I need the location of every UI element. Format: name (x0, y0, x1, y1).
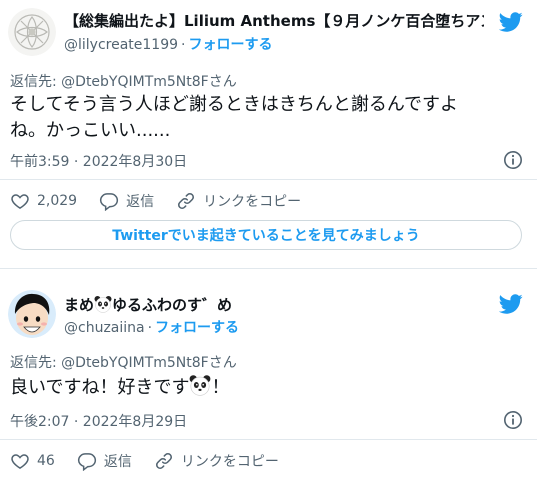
reply-label: 返信 (103, 454, 132, 470)
copy-link-button[interactable]: リンクをコピー (154, 451, 279, 471)
tweet-text: そしてそう言う人ほど謝るときはきちんと謝るんですよ ね。かっこいい...... (10, 92, 525, 144)
reply-to-label[interactable]: 返信先: @DtebYQIMTm5Nt8Fさん (10, 352, 237, 372)
reply-bubble-icon (77, 453, 96, 471)
tweet-card: 【総集編出たよ】Lilium Anthems【９月ノンケ百合堕ちアン... @l… (0, 0, 537, 268)
tweet-card: まめ ゆるふわのす゛め @chuzaiina · フォローする 返信先: @DtebY… (0, 280, 537, 485)
link-icon (155, 453, 172, 469)
timestamp[interactable]: 午前3:59 · 2022年8月30日 (10, 151, 187, 171)
action-bar: 46 返信 リンクをコピー (10, 449, 301, 473)
panda-face-icon (94, 296, 112, 313)
like-button[interactable]: 46 (10, 451, 55, 471)
twitter-bird-icon[interactable] (499, 292, 523, 316)
like-count: 46 (37, 453, 55, 469)
display-name[interactable]: 【総集編出たよ】Lilium Anthems【９月ノンケ百合堕ちアン... (64, 12, 484, 30)
reply-to-label[interactable]: 返信先: @DtebYQIMTm5Nt8Fさん (10, 71, 237, 91)
tweet-text: 良いですね！好きです ！ (10, 374, 525, 401)
copy-link-label: リンクをコピー (203, 194, 302, 210)
separator-dot: · (147, 320, 153, 336)
reply-button[interactable]: 返信 (77, 451, 132, 471)
info-icon[interactable] (503, 410, 523, 430)
author-handle-row: @lilycreate1199 · フォローする (64, 34, 272, 54)
heart-icon (11, 194, 29, 209)
author-handle[interactable]: @chuzaiina (64, 320, 145, 336)
avatar[interactable] (8, 290, 56, 338)
copy-link-label: リンクをコピー (180, 454, 279, 470)
link-icon (178, 193, 195, 209)
divider (0, 179, 537, 180)
author-name-row[interactable]: まめ ゆるふわのす゛め (64, 294, 484, 316)
tweet-text-suffix: ！ (211, 377, 230, 398)
like-button[interactable]: 2,029 (10, 191, 77, 211)
display-name-prefix: まめ (64, 296, 95, 314)
follow-button[interactable]: フォローする (188, 37, 272, 53)
author-name-row[interactable]: 【総集編出たよ】Lilium Anthems【９月ノンケ百合堕ちアン... (64, 10, 484, 32)
twitter-bird-icon[interactable] (499, 10, 523, 34)
divider (0, 439, 537, 440)
copy-link-button[interactable]: リンクをコピー (176, 191, 301, 211)
action-bar: 2,029 返信 リンクをコピー (10, 189, 323, 213)
reply-bubble-icon (100, 193, 119, 211)
heart-icon (11, 454, 29, 469)
reply-label: 返信 (126, 194, 155, 210)
follow-button[interactable]: フォローする (155, 320, 239, 336)
author-handle-row: @chuzaiina · フォローする (64, 317, 239, 337)
tweet-text-line: ね。かっこいい...... (10, 120, 171, 141)
avatar[interactable] (8, 8, 56, 56)
author-handle[interactable]: @lilycreate1199 (64, 37, 178, 53)
timestamp[interactable]: 午後2:07 · 2022年8月29日 (10, 411, 187, 431)
display-name-suffix: ゆるふわのす゛め (112, 296, 233, 314)
tweet-separator (0, 268, 537, 280)
tweet-text-line: そしてそう言う人ほど謝るときはきちんと謝るんですよ (10, 94, 459, 115)
separator-dot: · (181, 37, 186, 53)
like-count: 2,029 (37, 193, 78, 209)
divider (0, 268, 537, 269)
panda-face-icon (190, 375, 211, 396)
info-icon[interactable] (503, 150, 523, 170)
tweet-text-prefix: 良いですね！好きです (10, 377, 190, 398)
display-name[interactable]: まめ ゆるふわのす゛め (64, 296, 232, 314)
reply-button[interactable]: 返信 (99, 191, 154, 211)
explore-twitter-button[interactable]: Twitterでいま起きていることを見てみましょう (10, 220, 522, 250)
